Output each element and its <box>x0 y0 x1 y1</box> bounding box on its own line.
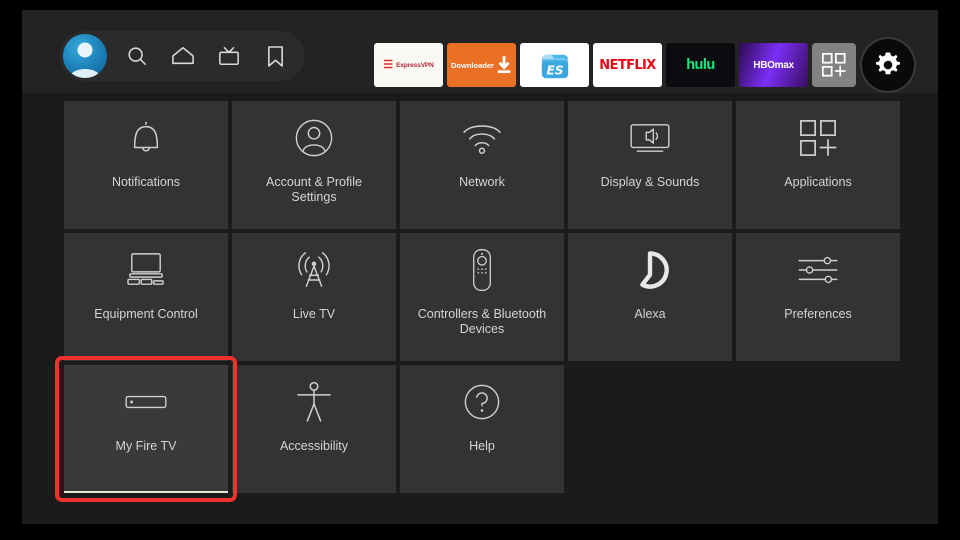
gear-icon <box>876 52 900 75</box>
antenna-icon <box>294 233 334 307</box>
question-circle-icon <box>463 365 501 439</box>
settings-button[interactable] <box>862 39 914 91</box>
settings-tile-help[interactable]: Help <box>400 365 564 493</box>
settings-tile-my-fire-tv[interactable]: My Fire TV <box>55 356 237 502</box>
sliders-icon <box>797 233 839 307</box>
app-label: hulu <box>686 57 715 73</box>
settings-tile-applications[interactable]: Applications <box>736 101 900 229</box>
settings-tile-network[interactable]: Network <box>400 101 564 229</box>
tile-label: Live TV <box>292 307 336 321</box>
tile-label: Notifications <box>111 175 181 189</box>
tile-label: Account & Profile Settings <box>266 175 362 204</box>
app-tile-expressvpn[interactable]: ☰ ExpressVPN <box>374 43 443 87</box>
expressvpn-logo-icon: ☰ <box>383 58 394 71</box>
search-icon[interactable] <box>121 40 153 72</box>
svg-text:ES: ES <box>546 63 563 77</box>
app-label: Downloader <box>451 60 494 70</box>
tile-label: Applications <box>784 175 852 189</box>
settings-grid-row: Notifications Account & Profile Settings <box>64 101 900 229</box>
settings-grid-row: Equipment Control Live TV Controllers & … <box>64 233 900 361</box>
app-shortcuts-strip: ☰ ExpressVPN Downloader ES NETFLIX hulu … <box>374 39 914 91</box>
app-tile-hbomax[interactable]: HBOmax <box>739 43 808 87</box>
settings-tile-accessibility[interactable]: Accessibility <box>232 365 396 493</box>
bell-icon <box>127 101 165 175</box>
tile-label: Accessibility <box>279 439 349 453</box>
app-tile-hulu[interactable]: hulu <box>666 43 735 87</box>
alexa-ring-icon <box>630 233 670 307</box>
tv-icon[interactable] <box>213 40 245 72</box>
firestick-icon <box>123 365 169 439</box>
top-navigation-bar: ☰ ExpressVPN Downloader ES NETFLIX hulu … <box>22 10 938 93</box>
tile-label: My Fire TV <box>115 439 177 453</box>
bookmark-icon[interactable] <box>259 40 291 72</box>
display-sound-icon <box>628 101 672 175</box>
app-label: NETFLIX <box>599 57 656 73</box>
nav-pill <box>60 31 305 81</box>
wifi-icon <box>461 101 503 175</box>
download-arrow-icon <box>497 56 511 74</box>
settings-tile-notifications[interactable]: Notifications <box>64 101 228 229</box>
tile-label: Equipment Control <box>94 307 198 321</box>
app-label: HBOmax <box>753 59 794 71</box>
fire-tv-screen: ☰ ExpressVPN Downloader ES NETFLIX hulu … <box>22 10 938 524</box>
app-tile-downloader[interactable]: Downloader <box>447 43 516 87</box>
apps-grid-plus-icon <box>821 52 846 77</box>
avatar-icon <box>70 42 100 78</box>
app-tile-netflix[interactable]: NETFLIX <box>593 43 662 87</box>
settings-tile-display-and-sounds[interactable]: Display & Sounds <box>568 101 732 229</box>
tile-label: Preferences <box>784 307 852 321</box>
settings-tile-preferences[interactable]: Preferences <box>736 233 900 361</box>
es-file-explorer-icon: ES <box>541 54 568 79</box>
tile-label: Display & Sounds <box>600 175 700 189</box>
apps-grid-button[interactable] <box>812 43 856 87</box>
home-icon[interactable] <box>167 40 199 72</box>
equipment-icon <box>124 233 168 307</box>
apps-grid-plus-icon <box>799 101 837 175</box>
settings-tile-equipment-control[interactable]: Equipment Control <box>64 233 228 361</box>
remote-icon <box>470 233 494 307</box>
person-circle-icon <box>294 101 334 175</box>
app-tile-es-file-explorer[interactable]: ES <box>520 43 589 87</box>
settings-tile-live-tv[interactable]: Live TV <box>232 233 396 361</box>
tile-label: Alexa <box>634 307 666 321</box>
settings-grid-row: My Fire TV Accessibility Help <box>55 356 900 502</box>
settings-tile-alexa[interactable]: Alexa <box>568 233 732 361</box>
settings-tile-controllers-bluetooth-devices[interactable]: Controllers & Bluetooth Devices <box>400 233 564 361</box>
tile-label: Controllers & Bluetooth Devices <box>417 307 547 336</box>
settings-grid: Notifications Account & Profile Settings <box>55 101 900 502</box>
tile-label: Help <box>469 439 495 453</box>
settings-tile-account-profile-settings[interactable]: Account & Profile Settings <box>232 101 396 229</box>
tile-label: Network <box>459 175 505 189</box>
app-label: ExpressVPN <box>396 61 434 69</box>
profile-avatar[interactable] <box>63 34 107 78</box>
accessibility-icon <box>296 365 332 439</box>
